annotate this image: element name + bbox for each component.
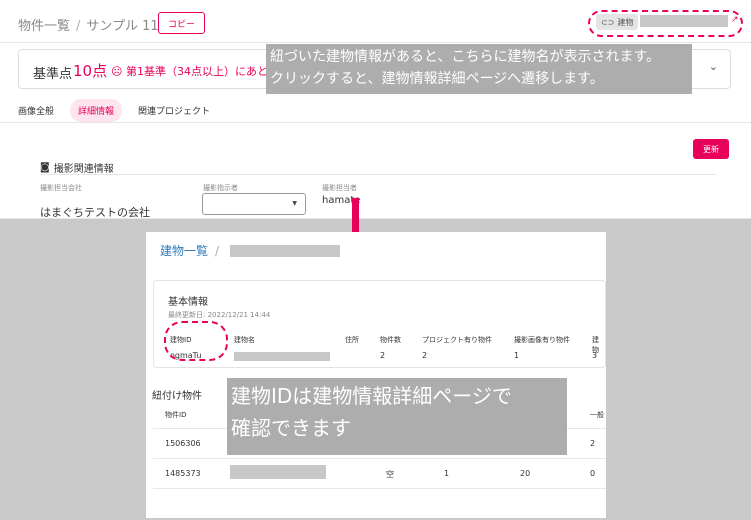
breadcrumb-current: サンプル 111 — [86, 19, 167, 34]
count-cell: 20 — [520, 469, 531, 478]
last-updated: 最終更新日: 2022/12/21 14:44 — [168, 311, 271, 319]
director-select[interactable]: ▼ — [202, 193, 306, 215]
annotation-bottom: 建物IDは建物情報詳細ページで 確認できます — [227, 378, 567, 455]
header-building-name: 建物名 — [234, 336, 255, 344]
breadcrumb-building-list[interactable]: 建物一覧 — [160, 242, 208, 259]
section-title: ◙ 撮影関連情報 — [40, 160, 114, 175]
company-label: 撮影担当会社 — [40, 184, 82, 192]
section-divider — [40, 174, 716, 175]
header-property-count: 物件数 — [380, 336, 401, 344]
link-icon: ⊂⊃ — [601, 17, 615, 27]
status-cell: 空 — [386, 470, 394, 479]
header-property-id: 物件ID — [165, 411, 187, 419]
breadcrumb-root[interactable]: 物件一覧 — [18, 19, 70, 34]
annotation-top: 紐づいた建物情報があると、こちらに建物名が表示されます。 クリックすると、建物情… — [266, 44, 692, 94]
building-id-highlight — [164, 321, 228, 361]
general-cell: 2 — [590, 439, 596, 448]
general-cell: 0 — [590, 469, 596, 478]
header-project-properties: プロジェクト有り物件 — [422, 336, 492, 344]
building-extra-value: 3 — [592, 351, 598, 360]
caret-down-icon: ▼ — [292, 200, 297, 207]
annotation-top-line2: クリックすると、建物情報詳細ページへ遷移します。 — [270, 71, 604, 87]
copy-button[interactable]: コピー — [158, 12, 205, 34]
section-title-text: 撮影関連情報 — [53, 164, 114, 175]
property-id-cell[interactable]: 1506306 — [165, 439, 201, 448]
tab-related-projects[interactable]: 関連プロジェクト — [138, 104, 210, 117]
company-value: はまぐちテストの会社 — [40, 206, 150, 219]
tab-details[interactable]: 詳細情報 — [70, 98, 123, 122]
update-button[interactable]: 更新 — [693, 139, 729, 159]
camera-icon: ◙ — [40, 162, 50, 173]
count-cell: 1 — [444, 469, 450, 478]
annotation-top-line1: 紐づいた建物情報があると、こちらに建物名が表示されます。 — [270, 49, 661, 65]
building-link-chip[interactable]: ⊂⊃ 建物 — [596, 14, 639, 30]
info-title: 基本情報 — [168, 297, 208, 308]
building-name-value-redacted — [234, 352, 330, 361]
project-count-value: 2 — [422, 351, 428, 360]
header-general: 一般 — [590, 411, 604, 419]
property-count-value: 2 — [380, 351, 386, 360]
property-id-cell[interactable]: 1485373 — [165, 469, 201, 478]
building-chip-label: 建物 — [617, 17, 634, 27]
breadcrumb-separator: / — [215, 243, 220, 258]
property-detail-panel: 物件一覧 / サンプル 111 コピー ⊂⊃ 建物 ↗ 基準点 10点 ☹ 第1基準… — [0, 0, 751, 219]
header-address: 住所 — [345, 336, 359, 344]
linked-properties-title: 紐付け物件 — [152, 391, 202, 402]
external-link-icon[interactable]: ↗ — [731, 15, 739, 25]
row-divider — [153, 488, 606, 489]
person-label: 撮影担当者 — [322, 184, 357, 192]
annotation-bottom-line2: 確認できます — [231, 416, 351, 440]
header-image-properties: 撮影画像有り物件 — [514, 336, 570, 344]
building-name-redacted[interactable] — [640, 15, 728, 27]
row-divider — [153, 458, 606, 459]
director-label: 撮影指示者 — [203, 184, 238, 192]
score-title: 基準点 — [33, 67, 73, 82]
detail-tabs: 画像全般 詳細情報 関連プロジェクト — [18, 98, 210, 122]
property-name-redacted — [230, 465, 326, 479]
breadcrumb: 物件一覧 / サンプル 111 — [18, 15, 167, 34]
image-count-value: 1 — [514, 351, 520, 360]
building-info-card: 基本情報 最終更新日: 2022/12/21 14:44 建物ID 建物名 住所… — [153, 280, 606, 368]
score-value: 10点 — [73, 62, 108, 80]
chevron-down-icon[interactable]: ⌄ — [709, 60, 718, 73]
annotation-bottom-line1: 建物IDは建物情報詳細ページで — [231, 384, 512, 408]
score-warning: ☹ 第1基準（34点以上）にあと — [111, 65, 268, 78]
header-divider — [0, 42, 751, 43]
tab-image-general[interactable]: 画像全般 — [18, 104, 54, 117]
building-detail-panel: 建物一覧 / 基本情報 最終更新日: 2022/12/21 14:44 建物ID … — [146, 232, 606, 518]
building-breadcrumb: 建物一覧 / — [160, 242, 226, 259]
building-name-redacted — [230, 245, 340, 257]
tabs-divider — [0, 122, 751, 123]
breadcrumb-separator: / — [76, 19, 81, 34]
